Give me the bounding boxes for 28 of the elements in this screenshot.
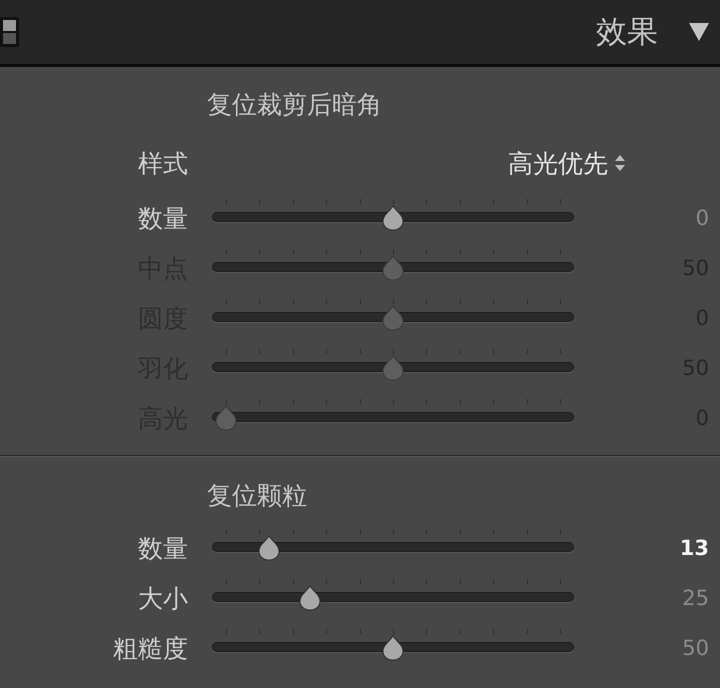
slider-track[interactable] bbox=[212, 585, 574, 611]
section-title[interactable]: 复位裁剪后暗角 bbox=[207, 85, 382, 125]
slider-thumb[interactable] bbox=[381, 205, 405, 231]
slider-value[interactable]: 13 bbox=[598, 536, 709, 560]
slider-thumb[interactable] bbox=[298, 585, 322, 611]
slider-value[interactable]: 25 bbox=[598, 586, 709, 610]
slider-thumb[interactable] bbox=[257, 535, 282, 561]
slider-value[interactable]: 50 bbox=[598, 636, 709, 660]
slider-track[interactable] bbox=[212, 205, 574, 231]
slider-label: 大小 bbox=[137, 582, 188, 614]
updown-arrows-icon bbox=[614, 154, 626, 172]
style-dropdown[interactable]: 高光优先 bbox=[508, 146, 626, 180]
slider-track[interactable] bbox=[212, 305, 574, 331]
panel-title[interactable]: 效果 bbox=[596, 12, 658, 52]
slider-label: 数量 bbox=[137, 532, 188, 564]
panel-switch-icon[interactable] bbox=[0, 16, 20, 48]
slider-track[interactable] bbox=[212, 405, 574, 431]
style-label: 样式 bbox=[137, 148, 188, 180]
section-title[interactable]: 复位颗粒 bbox=[207, 476, 307, 516]
slider-value[interactable]: 0 bbox=[598, 206, 709, 230]
slider-track[interactable] bbox=[212, 535, 574, 561]
collapse-triangle-icon[interactable] bbox=[688, 22, 710, 42]
slider-track[interactable] bbox=[212, 635, 574, 661]
slider-thumb[interactable] bbox=[381, 635, 405, 661]
slider-label: 粗糙度 bbox=[112, 632, 188, 664]
slider-track[interactable] bbox=[212, 355, 574, 381]
slider-label: 数量 bbox=[137, 202, 188, 234]
slider-track[interactable] bbox=[212, 255, 574, 281]
